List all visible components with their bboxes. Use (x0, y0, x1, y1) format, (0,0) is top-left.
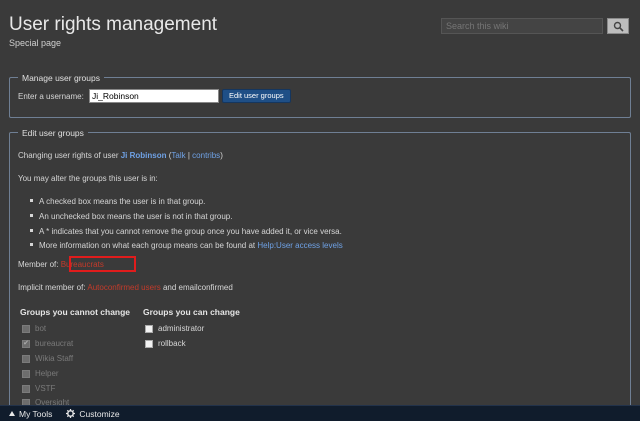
talk-link[interactable]: Talk (171, 151, 185, 160)
edit-user-groups-fieldset: Edit user groups Changing user rights of… (9, 127, 631, 412)
user-name-link[interactable]: Ji Robinson (121, 151, 167, 160)
bureaucrat-checkbox: ✔ (22, 339, 30, 348)
group-vstf: VSTF (22, 384, 55, 393)
cannot-change-heading: Groups you cannot change (20, 307, 131, 317)
bullet-item: More information on what each group mean… (30, 241, 343, 250)
gear-icon (66, 409, 76, 418)
implicit-label: Implicit member of: (18, 283, 88, 292)
administrator-checkbox[interactable] (145, 324, 153, 333)
page-title: User rights management (9, 14, 218, 35)
changing-prefix: Changing user rights of user (18, 151, 121, 160)
search-icon (613, 21, 624, 32)
bot-checkbox (22, 324, 30, 333)
group-label: VSTF (35, 384, 56, 393)
manage-user-groups-fieldset: Manage user groups Enter a username: Edi… (9, 72, 631, 118)
group-label: bot (35, 324, 47, 333)
implicit-member-line: Implicit member of: Autoconfirmed users … (18, 283, 233, 292)
member-of-label: Member of: (18, 260, 61, 269)
alter-groups-text: You may alter the groups this user is in… (18, 174, 158, 183)
group-label: administrator (158, 324, 205, 333)
autoconfirmed-users-link[interactable]: Autoconfirmed users (87, 283, 160, 292)
manage-user-groups-legend: Manage user groups (18, 72, 104, 84)
helper-checkbox (22, 369, 30, 378)
vstf-checkbox (22, 384, 30, 393)
bullet-item: An unchecked box means the user is not i… (30, 212, 232, 221)
bullet-item: A * indicates that you cannot remove the… (30, 227, 342, 236)
my-tools-menu[interactable]: My Tools (9, 409, 52, 419)
group-label: Helper (35, 369, 59, 378)
page-subtitle: Special page (9, 38, 62, 48)
group-administrator[interactable]: administrator (145, 324, 204, 333)
group-bureaucrat: ✔ bureaucrat (22, 339, 73, 348)
customize-label: Customize (79, 408, 120, 419)
bullet-text: A * indicates that you cannot remove the… (39, 227, 342, 236)
group-wikia-staff: Wikia Staff (22, 354, 73, 363)
bottom-toolbar: My Tools Customize (0, 405, 640, 421)
group-helper: Helper (22, 369, 59, 378)
edit-user-groups-legend: Edit user groups (18, 127, 88, 139)
rollback-checkbox[interactable] (145, 339, 153, 348)
username-input[interactable] (89, 89, 219, 103)
search-input[interactable] (441, 18, 603, 34)
edit-user-groups-button[interactable]: Edit user groups (222, 89, 291, 103)
group-label: bureaucrat (35, 339, 74, 348)
paren-close: ) (220, 151, 223, 160)
implicit-suffix: and emailconfirmed (160, 283, 233, 292)
group-label: rollback (158, 339, 186, 348)
bullet-text: An unchecked box means the user is not i… (39, 212, 233, 221)
username-label: Enter a username: (18, 92, 84, 101)
can-change-heading: Groups you can change (143, 307, 240, 317)
search-button[interactable] (607, 18, 629, 34)
bullet-text: More information on what each group mean… (39, 241, 258, 250)
my-tools-label: My Tools (19, 408, 53, 419)
highlight-box (69, 256, 136, 272)
customize-button[interactable]: Customize (66, 408, 120, 419)
page-header: User rights management Special page (0, 0, 640, 60)
help-user-access-levels-link[interactable]: Help:User access levels (257, 241, 342, 250)
caret-up-icon (9, 411, 15, 416)
changing-rights-line: Changing user rights of user Ji Robinson… (18, 151, 223, 160)
bullet-item: A checked box means the user is in that … (30, 197, 205, 206)
wikia-staff-checkbox (22, 354, 30, 363)
group-bot: bot (22, 324, 46, 333)
group-rollback[interactable]: rollback (145, 339, 186, 348)
bullet-text: A checked box means the user is in that … (39, 197, 206, 206)
group-label: Wikia Staff (35, 354, 74, 363)
contribs-link[interactable]: contribs (192, 151, 220, 160)
